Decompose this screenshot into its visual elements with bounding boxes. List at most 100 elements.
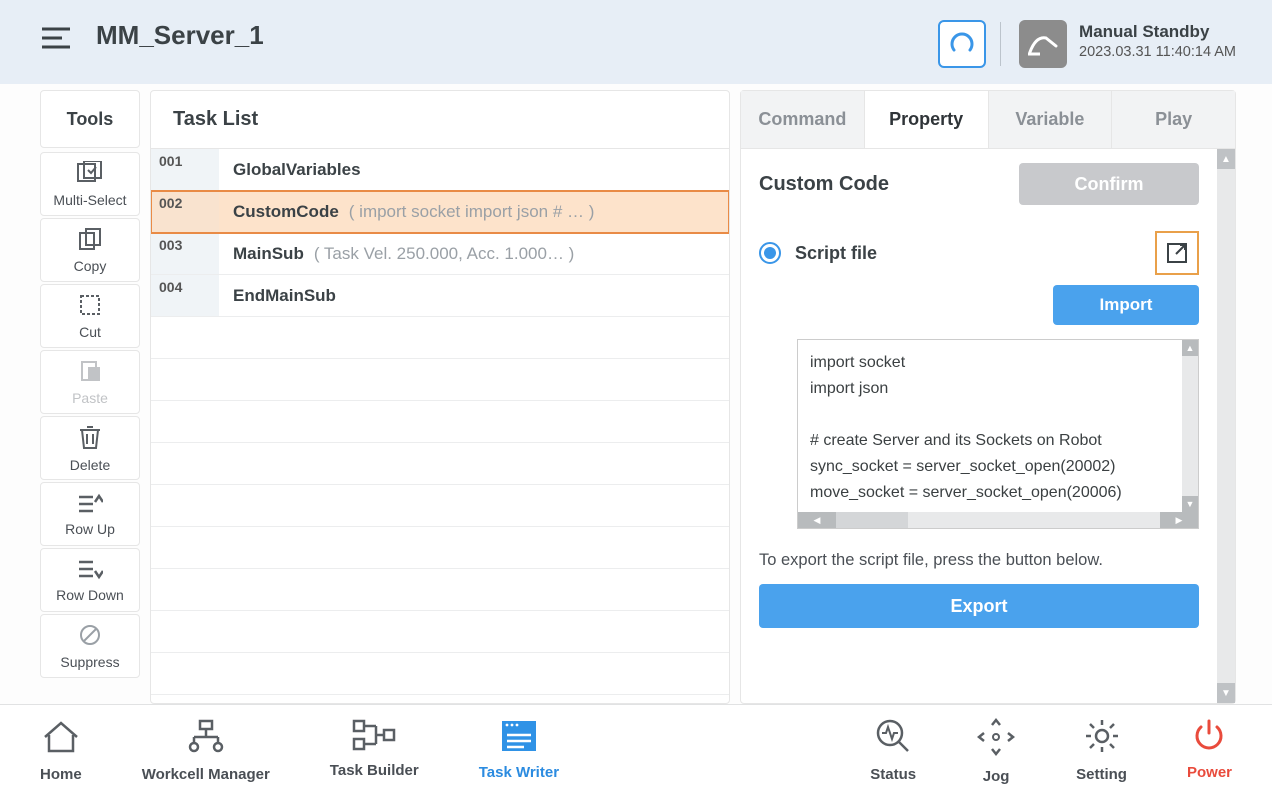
nav-setting-icon [1083,717,1121,766]
tab-property[interactable]: Property [865,91,989,148]
export-button[interactable]: Export [759,584,1199,628]
row-body [219,359,729,400]
expand-icon[interactable] [1155,231,1199,275]
tool-label: Cut [79,324,101,340]
row-name: MainSub [233,244,304,264]
nav-label: Setting [1076,766,1127,783]
tool-label: Delete [70,457,110,473]
row-number [151,653,219,694]
status-time: 2023.03.31 11:40:14 AM [1079,44,1236,60]
row-number [151,401,219,442]
property-panel: CommandPropertyVariablePlay Custom Code … [740,90,1236,704]
row-down-icon [77,558,103,587]
import-button[interactable]: Import [1053,285,1199,325]
task-row-blank [151,401,729,443]
task-rows: 001 GlobalVariables 002CustomCode( import … [151,149,729,703]
property-tabs: CommandPropertyVariablePlay [741,91,1235,149]
tool-row-down[interactable]: Row Down [40,548,140,612]
row-number [151,485,219,526]
row-name: GlobalVariables [233,160,361,180]
row-body [219,653,729,694]
tool-suppress[interactable]: Suppress [40,614,140,678]
tools-header: Tools [40,90,140,148]
row-body: CustomCode ( import socket import json # … [219,191,729,232]
nav-status-icon [874,717,912,766]
row-args: ( Task Vel. 250.000, Acc. 1.000… ) [314,244,575,264]
row-body: GlobalVariables [219,149,729,190]
row-body [219,317,729,358]
robot-mode-icon[interactable] [938,20,986,68]
row-body [219,443,729,484]
nav-label: Workcell Manager [142,766,270,783]
task-row-004[interactable]: 004EndMainSub [151,275,729,317]
nav-home[interactable]: Home [40,719,82,783]
nav-jog-icon [976,717,1016,768]
nav-label: Task Builder [330,762,419,779]
row-body [219,611,729,652]
app-title: MM_Server_1 [96,20,264,51]
header-separator [1000,22,1001,66]
task-row-blank [151,485,729,527]
nav-power[interactable]: Power [1187,717,1232,785]
delete-icon [79,424,101,457]
task-row-002[interactable]: 002CustomCode( import socket import json… [151,191,729,233]
confirm-button[interactable]: Confirm [1019,163,1199,205]
row-args: ( import socket import json # … ) [349,202,595,222]
row-name: CustomCode [233,202,339,222]
code-vscroll[interactable]: ▲▼ [1182,340,1198,512]
tool-label: Row Down [56,587,124,603]
nav-home-icon [41,719,81,766]
task-row-001[interactable]: 001 GlobalVariables [151,149,729,191]
tool-multi-select[interactable]: Multi-Select [40,152,140,216]
nav-label: Task Writer [479,764,559,781]
tab-play[interactable]: Play [1112,91,1235,148]
row-body [219,485,729,526]
menu-button[interactable] [42,26,74,55]
code-editor[interactable]: import socket import json # create Serve… [797,339,1199,529]
tool-label: Multi-Select [53,192,126,208]
tool-paste: Paste [40,350,140,414]
nav-status[interactable]: Status [870,717,916,785]
nav-label: Status [870,766,916,783]
robot-icon[interactable] [1019,20,1067,68]
row-body: EndMainSub [219,275,729,316]
export-note: To export the script file, press the but… [759,551,1199,570]
nav-task-builder[interactable]: Task Builder [330,719,419,783]
script-file-radio[interactable] [759,242,781,264]
suppress-icon [78,623,102,654]
task-row-003[interactable]: 003 MainSub ( Task Vel. 250.000, Acc. 1.00… [151,233,729,275]
row-up-icon [77,492,103,521]
nav-task-writer[interactable]: Task Writer [479,719,559,783]
tool-delete[interactable]: Delete [40,416,140,480]
task-row-blank [151,527,729,569]
tab-command[interactable]: Command [741,91,865,148]
panel-vscroll[interactable]: ▲ ▼ [1217,149,1235,703]
row-number [151,527,219,568]
nav-workcell-icon [186,719,226,766]
row-number: 001 [151,149,219,190]
row-number [151,443,219,484]
app-header: MM_Server_1 Manual Standby 2023.03.31 11… [0,0,1272,84]
code-text[interactable]: import socket import json # create Serve… [798,340,1182,512]
tool-row-up[interactable]: Row Up [40,482,140,546]
property-title: Custom Code [759,173,889,196]
tool-cut[interactable]: Cut [40,284,140,348]
code-hscroll[interactable]: ◀▶ [798,512,1198,528]
row-number: 003 [151,233,219,274]
row-body: MainSub ( Task Vel. 250.000, Acc. 1.000… … [219,233,729,274]
tool-label: Paste [72,390,108,406]
row-number [151,359,219,400]
task-row-blank [151,569,729,611]
row-body [219,527,729,568]
tool-label: Suppress [60,654,119,670]
row-number [151,317,219,358]
paste-icon [78,359,102,390]
row-body [219,401,729,442]
nav-jog[interactable]: Jog [976,717,1016,785]
task-row-blank [151,317,729,359]
nav-setting[interactable]: Setting [1076,717,1127,785]
tool-copy[interactable]: Copy [40,218,140,282]
task-row-blank [151,443,729,485]
nav-workcell[interactable]: Workcell Manager [142,719,270,783]
tab-variable[interactable]: Variable [989,91,1113,148]
